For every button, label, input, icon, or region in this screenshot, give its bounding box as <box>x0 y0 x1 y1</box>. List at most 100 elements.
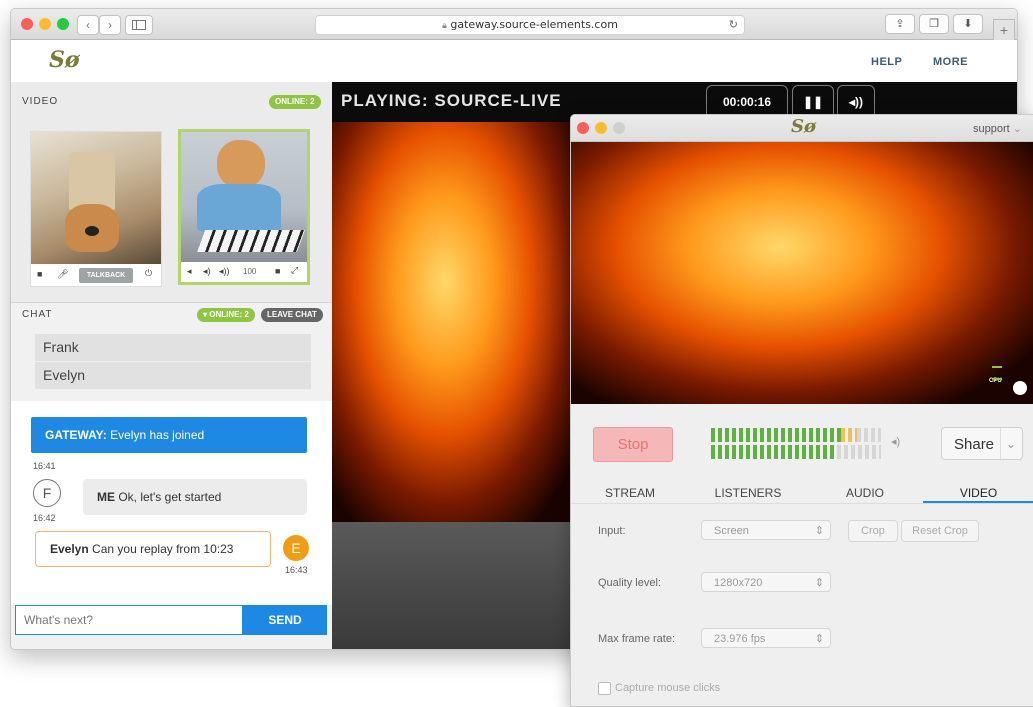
keyboard-shape <box>196 230 306 252</box>
volume-high-icon[interactable]: ◂)) <box>219 266 230 277</box>
audio-level-meter <box>711 428 885 460</box>
tabs-icon: ❐ <box>929 18 939 30</box>
live-video-stream <box>332 122 582 522</box>
back-button[interactable]: ‹ <box>77 15 99 35</box>
system-message: GATEWAY: Evelyn has joined <box>31 417 307 453</box>
input-select-value: Screen <box>714 525 749 537</box>
camera-icon[interactable]: ■ <box>37 269 42 279</box>
framerate-select-value: 23.976 fps <box>714 633 766 645</box>
power-icon[interactable]: ⏻ <box>145 268 152 279</box>
message-timestamp: 16:41 <box>33 461 56 471</box>
chat-user-item[interactable]: Evelyn <box>35 362 311 389</box>
updown-icon: ⇕ <box>814 633 824 645</box>
close-window-button[interactable] <box>21 18 33 30</box>
chat-section-title: CHAT <box>22 309 53 320</box>
cpu-icon <box>992 366 1002 380</box>
capture-mouse-label: Capture mouse clicks <box>615 682 721 694</box>
tab-video[interactable]: VIDEO <box>923 486 1033 500</box>
reset-crop-button[interactable]: Reset Crop <box>901 520 979 542</box>
player-title: PLAYING: SOURCE-LIVE <box>341 91 562 110</box>
paper-bag-shape <box>69 152 115 210</box>
other-message-sender: Evelyn <box>50 542 89 556</box>
minimize-window-button[interactable] <box>595 122 607 134</box>
volume-mid-icon[interactable]: ◂) <box>203 266 211 277</box>
encoder-titlebar: Sø support ⌄ <box>571 115 1033 142</box>
cat-head-shape <box>217 140 265 188</box>
plus-icon: + <box>999 22 1009 38</box>
my-message-text: Ok, let's get started <box>118 490 222 504</box>
reload-icon[interactable]: ↻ <box>729 16 738 34</box>
zoom-window-button[interactable] <box>613 122 625 134</box>
framerate-label: Max frame rate: <box>598 633 676 645</box>
volume-icon: ◂)) <box>848 95 863 109</box>
preview-video: CPU <box>571 142 1033 404</box>
share-page-button[interactable]: ⇪ <box>885 14 915 34</box>
share-button[interactable]: Share ⌄ <box>941 427 1023 461</box>
local-video-controls: ■ 🎤︎ TALKBACK ⏻ <box>31 266 161 286</box>
updown-icon: ⇕ <box>814 577 824 589</box>
sidebar-icon <box>132 20 146 30</box>
dog-nose-shape <box>85 226 99 236</box>
close-window-button[interactable] <box>577 122 589 134</box>
tab-audio[interactable]: AUDIO <box>807 486 923 500</box>
video-tile-local: ■ 🎤︎ TALKBACK ⏻ <box>30 131 162 287</box>
chevron-down-icon: ⌄ <box>999 428 1016 461</box>
talkback-button[interactable]: TALKBACK <box>79 268 133 283</box>
new-tab-button[interactable]: + <box>993 19 1015 41</box>
input-select[interactable]: Screen ⇕ <box>701 520 831 540</box>
volume-low-icon[interactable]: ◂ <box>187 266 192 277</box>
message-timestamp: 16:42 <box>33 513 56 523</box>
leave-chat-button[interactable]: LEAVE CHAT <box>261 308 323 322</box>
avatar: F <box>33 479 61 507</box>
quality-select-value: 1280x720 <box>714 577 763 589</box>
encoder-window: Sø support ⌄ CPU Stop ◂) Share ⌄ STREAM … <box>570 114 1033 707</box>
pause-icon: ❚❚ <box>802 95 824 109</box>
tabs-button[interactable]: ❐ <box>919 14 949 34</box>
message-timestamp: 16:43 <box>285 565 308 575</box>
forward-button[interactable]: › <box>99 15 121 35</box>
tab-stream[interactable]: STREAM <box>571 486 689 500</box>
camera-icon[interactable]: ■ <box>275 266 280 276</box>
crop-button[interactable]: Crop <box>848 520 898 542</box>
record-indicator <box>1013 381 1027 395</box>
app-header: Sø <box>11 40 1017 82</box>
tab-listeners[interactable]: LISTENERS <box>689 486 807 500</box>
chevron-left-icon: ‹ <box>86 18 90 32</box>
updown-icon: ⇕ <box>814 525 824 537</box>
app-logo[interactable]: Sø <box>49 47 80 73</box>
other-message-text: Can you replay from 10:23 <box>92 542 234 556</box>
video-section-title: VIDEO <box>22 96 59 107</box>
my-message: ME Ok, let's get started <box>83 479 307 515</box>
share-button-label: Share <box>954 436 995 453</box>
chat-user-item[interactable]: Frank <box>35 334 311 361</box>
minimize-window-button[interactable] <box>39 18 51 30</box>
account-menu[interactable]: support ⌄ <box>973 122 1022 135</box>
chevron-right-icon: › <box>108 18 112 32</box>
help-link[interactable]: HELP <box>871 56 902 68</box>
send-button[interactable]: SEND <box>243 605 327 635</box>
chat-message-input[interactable] <box>15 605 243 635</box>
local-video-feed <box>31 132 161 264</box>
capture-mouse-checkbox[interactable] <box>598 682 611 695</box>
account-name: support <box>973 123 1010 135</box>
quality-select[interactable]: 1280x720 ⇕ <box>701 572 831 592</box>
downloads-button[interactable]: ⬇ <box>953 14 983 34</box>
system-message-sender: GATEWAY: <box>45 428 107 442</box>
share-icon: ⇪ <box>895 18 905 30</box>
speaker-icon[interactable]: ◂) <box>891 435 900 448</box>
other-message: Evelyn Can you replay from 10:23 <box>35 531 271 567</box>
fullscreen-icon[interactable]: ⤢ <box>291 265 298 276</box>
system-message-text: Evelyn has joined <box>110 428 205 442</box>
quality-label: Quality level: <box>598 577 661 589</box>
stop-button[interactable]: Stop <box>593 427 673 462</box>
chat-online-badge[interactable]: ▾ ONLINE: 2 <box>197 308 255 322</box>
more-link[interactable]: MORE <box>933 56 968 68</box>
lock-icon: 🔒︎ <box>442 21 447 31</box>
player-lower-area <box>332 522 582 649</box>
microphone-icon[interactable]: 🎤︎ <box>57 269 68 280</box>
framerate-select[interactable]: 23.976 fps ⇕ <box>701 628 831 648</box>
zoom-window-button[interactable] <box>57 18 69 30</box>
sidebar-button[interactable] <box>125 15 153 35</box>
address-bar[interactable]: 🔒︎ gateway.source-elements.com ↻ <box>315 15 745 35</box>
my-message-sender: ME <box>97 490 115 504</box>
